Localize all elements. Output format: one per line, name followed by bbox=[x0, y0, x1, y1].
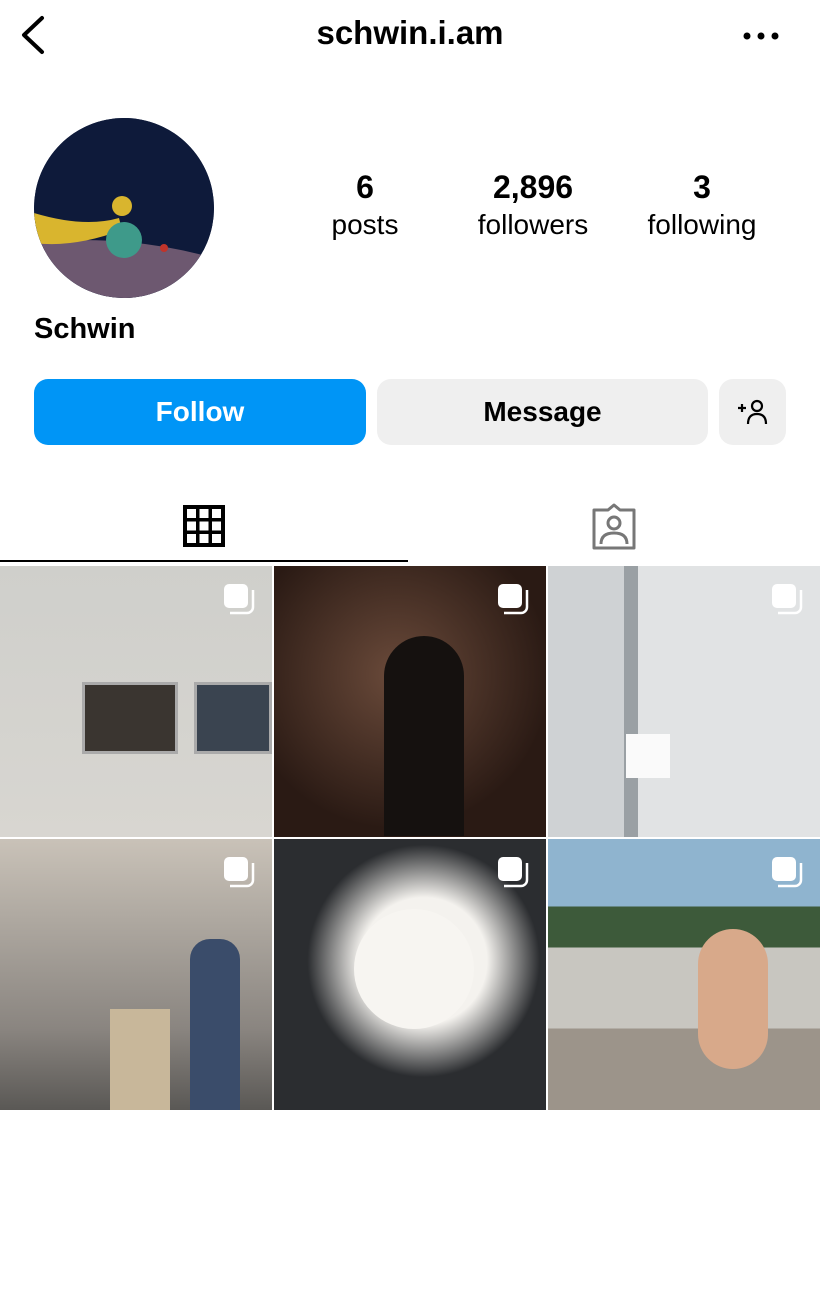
more-options-icon[interactable] bbox=[740, 22, 782, 50]
message-button[interactable]: Message bbox=[377, 379, 708, 445]
multiple-photos-icon bbox=[772, 584, 803, 615]
post-thumbnail[interactable] bbox=[274, 566, 546, 837]
little-prince-illustration bbox=[34, 118, 214, 298]
tab-tagged[interactable] bbox=[410, 490, 818, 562]
grid-icon bbox=[183, 505, 225, 547]
suggested-users-button[interactable] bbox=[719, 379, 786, 445]
posts-count[interactable]: 6 posts bbox=[280, 168, 450, 244]
tagged-person-icon bbox=[592, 503, 636, 550]
stat-value: 2,896 bbox=[492, 169, 574, 205]
multiple-photos-icon bbox=[498, 857, 529, 888]
stat-label: followers bbox=[477, 209, 589, 240]
post-thumbnail[interactable] bbox=[548, 839, 820, 1110]
stat-label: following bbox=[647, 209, 757, 240]
multiple-photos-icon bbox=[224, 584, 255, 615]
post-thumbnail[interactable] bbox=[548, 566, 820, 837]
followers-count[interactable]: 2,896 followers bbox=[448, 168, 618, 244]
follow-button[interactable]: Follow bbox=[34, 379, 366, 445]
following-count[interactable]: 3 following bbox=[617, 168, 787, 244]
multiple-photos-icon bbox=[498, 584, 529, 615]
tab-posts-grid[interactable] bbox=[0, 490, 408, 562]
stat-label: posts bbox=[331, 209, 399, 240]
multiple-photos-icon bbox=[772, 857, 803, 888]
post-thumbnail[interactable] bbox=[0, 839, 272, 1110]
post-thumbnail[interactable] bbox=[274, 839, 546, 1110]
post-thumbnail[interactable] bbox=[0, 566, 272, 837]
display-name: Schwin bbox=[34, 313, 136, 345]
stat-value: 3 bbox=[693, 169, 711, 205]
page-title: schwin.i.am bbox=[316, 14, 504, 51]
stat-value: 6 bbox=[356, 169, 374, 205]
add-person-icon bbox=[737, 399, 767, 425]
active-tab-indicator bbox=[0, 560, 408, 562]
multiple-photos-icon bbox=[224, 857, 255, 888]
avatar[interactable] bbox=[34, 118, 214, 298]
